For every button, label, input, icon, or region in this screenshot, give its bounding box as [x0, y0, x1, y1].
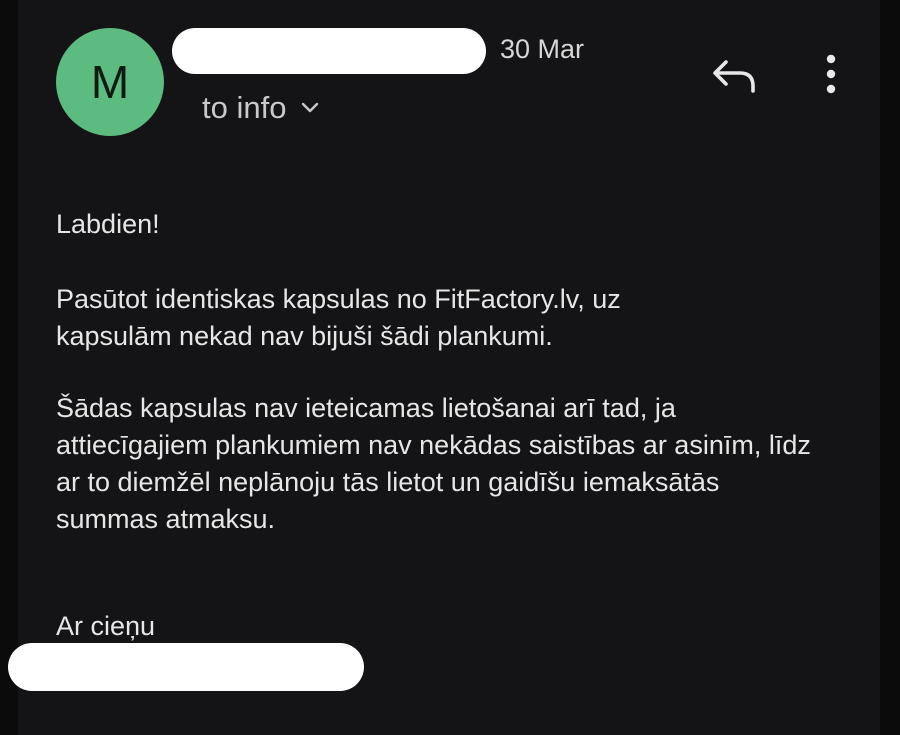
- signature-redaction: [8, 643, 364, 691]
- chevron-down-icon: [302, 102, 319, 113]
- email-paragraph: Šādas kapsulas nav ieteicamas lietošanai…: [56, 393, 811, 534]
- more-vertical-icon[interactable]: [818, 52, 844, 98]
- email-greeting: Labdien!: [56, 209, 160, 239]
- email-paragraph: Pasūtot identiskas kapsulas no FitFactor…: [56, 284, 621, 351]
- email-date: 30 Mar: [500, 34, 585, 64]
- recipient-label: to info: [202, 90, 287, 125]
- sender-name-redaction: [172, 28, 486, 74]
- email-screen: M 30 Mar to info Labdien! Pasūtot identi…: [0, 0, 900, 735]
- sender-avatar[interactable]: M: [56, 28, 164, 136]
- reply-icon[interactable]: [710, 54, 760, 98]
- recipient-toggle[interactable]: to info: [202, 90, 320, 126]
- email-signoff: Ar cieņu: [56, 611, 156, 641]
